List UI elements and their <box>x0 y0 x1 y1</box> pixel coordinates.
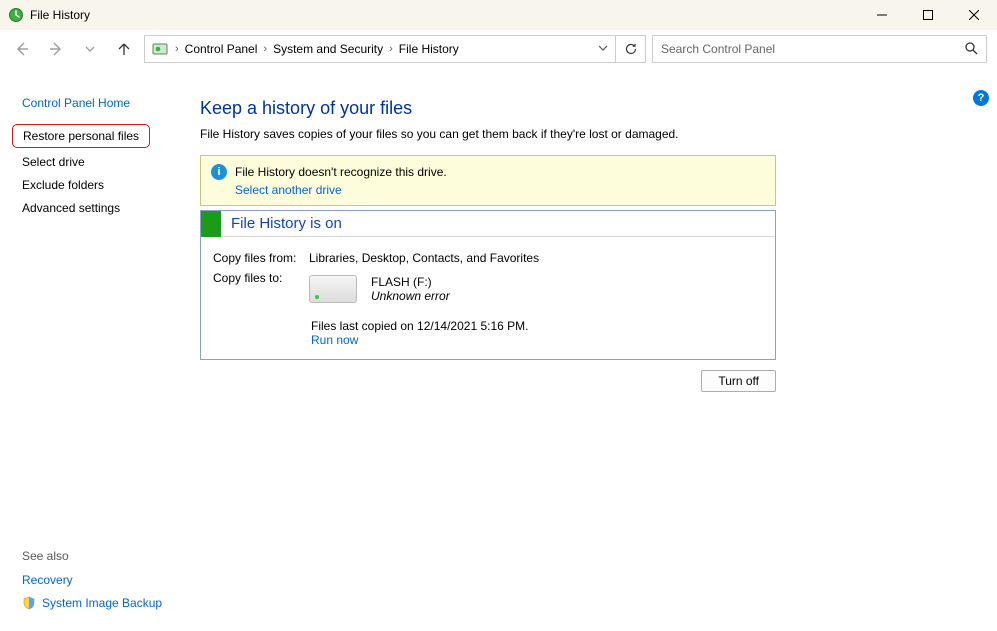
see-also-system-image-backup[interactable]: System Image Backup <box>22 596 162 610</box>
chevron-right-icon[interactable]: › <box>261 43 269 55</box>
last-copied-text: Files last copied on 12/14/2021 5:16 PM. <box>311 319 763 333</box>
sidebar-exclude-folders[interactable]: Exclude folders <box>22 178 200 192</box>
status-title: File History is on <box>231 215 342 232</box>
breadcrumb-item[interactable]: File History <box>395 42 463 56</box>
copy-from-value: Libraries, Desktop, Contacts, and Favori… <box>309 251 539 265</box>
info-icon: i <box>211 164 227 180</box>
location-icon <box>151 40 169 58</box>
status-header: File History is on <box>201 211 775 237</box>
address-bar[interactable]: › Control Panel › System and Security › … <box>144 35 646 63</box>
sidebar-advanced-settings[interactable]: Advanced settings <box>22 201 200 215</box>
sidebar-select-drive[interactable]: Select drive <box>22 155 200 169</box>
content-pane: Keep a history of your files File Histor… <box>200 68 997 631</box>
search-input[interactable] <box>653 41 956 57</box>
copy-to-label: Copy files to: <box>213 271 309 303</box>
shield-icon <box>22 596 36 610</box>
refresh-button[interactable] <box>615 36 645 62</box>
recent-dropdown[interactable] <box>76 35 104 63</box>
see-also-section: See also Recovery System Image Backup <box>22 549 162 619</box>
turn-off-button[interactable]: Turn off <box>701 370 776 392</box>
breadcrumb-item[interactable]: System and Security <box>269 42 387 56</box>
run-now-link[interactable]: Run now <box>311 333 763 347</box>
see-also-recovery[interactable]: Recovery <box>22 573 162 587</box>
chevron-right-icon[interactable]: › <box>387 43 395 55</box>
window-controls <box>859 0 997 30</box>
search-box[interactable] <box>652 35 987 63</box>
drive-error: Unknown error <box>371 289 450 303</box>
see-also-label: See also <box>22 549 162 563</box>
help-icon[interactable]: ? <box>973 90 989 106</box>
forward-button[interactable] <box>42 35 70 63</box>
see-also-backup-label: System Image Backup <box>42 596 162 610</box>
chevron-right-icon[interactable]: › <box>173 43 181 55</box>
back-button[interactable] <box>8 35 36 63</box>
maximize-button[interactable] <box>905 0 951 30</box>
status-on-indicator <box>201 211 221 237</box>
copy-from-label: Copy files from: <box>213 251 309 265</box>
close-button[interactable] <box>951 0 997 30</box>
up-button[interactable] <box>110 35 138 63</box>
control-panel-home-link[interactable]: Control Panel Home <box>22 96 200 110</box>
select-another-drive-link[interactable]: Select another drive <box>235 183 342 197</box>
nav-toolbar: › Control Panel › System and Security › … <box>0 30 997 68</box>
page-title: Keep a history of your files <box>200 98 971 119</box>
sidebar-restore-personal-files[interactable]: Restore personal files <box>12 124 150 148</box>
see-also-recovery-label: Recovery <box>22 573 73 587</box>
address-dropdown[interactable] <box>589 42 615 56</box>
page-subtitle: File History saves copies of your files … <box>200 127 971 141</box>
drive-icon <box>309 275 357 303</box>
sidebar: Control Panel Home Restore personal file… <box>0 68 200 631</box>
minimize-button[interactable] <box>859 0 905 30</box>
warning-message: File History doesn't recognize this driv… <box>235 165 447 179</box>
titlebar: File History <box>0 0 997 30</box>
window-title: File History <box>30 8 90 22</box>
status-panel: File History is on Copy files from: Libr… <box>200 210 776 360</box>
app-icon <box>8 7 24 23</box>
drive-name: FLASH (F:) <box>371 275 450 289</box>
search-icon[interactable] <box>956 41 986 58</box>
breadcrumb-item[interactable]: Control Panel <box>181 42 262 56</box>
warning-box: i File History doesn't recognize this dr… <box>200 155 776 206</box>
